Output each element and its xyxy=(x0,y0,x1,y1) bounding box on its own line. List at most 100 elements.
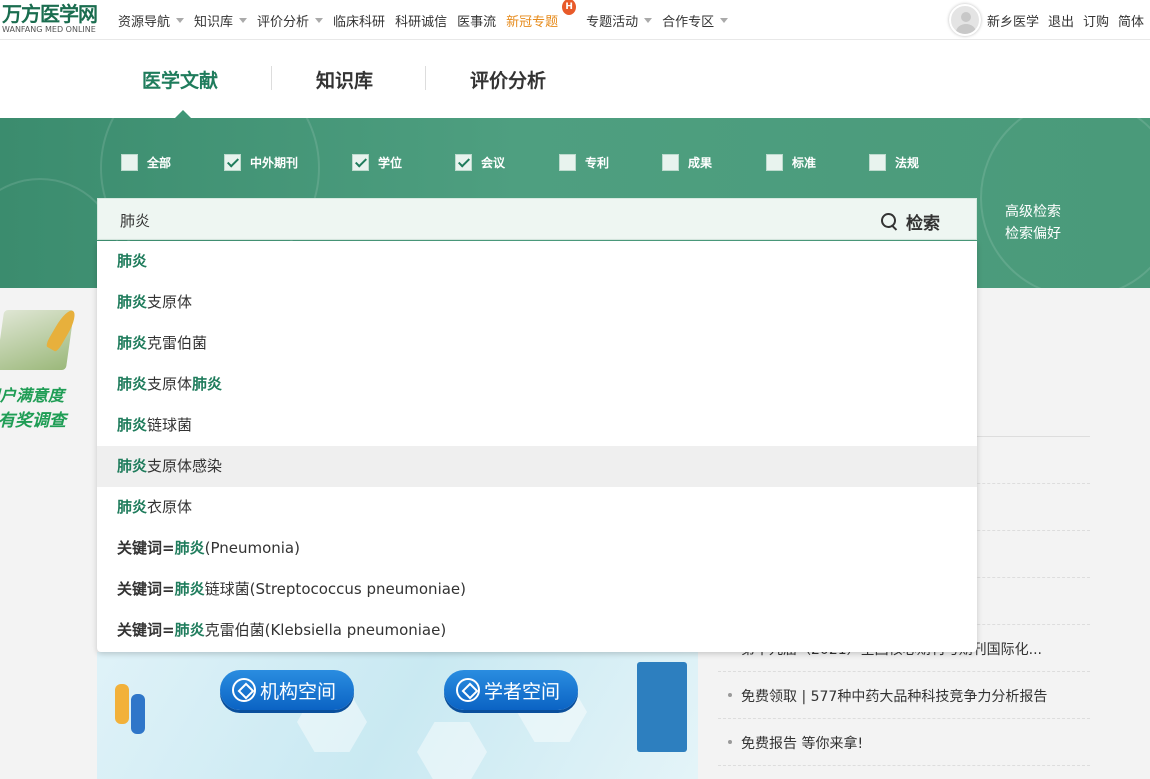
filter-standard[interactable]: 标准 xyxy=(766,154,816,171)
nav-activities[interactable]: 专题活动 xyxy=(586,11,656,30)
suggestion-text: 克雷伯菌(Klebsiella pneumoniae) xyxy=(204,621,447,639)
search-input[interactable]: 肺炎 检索 xyxy=(97,198,977,240)
filter-all[interactable]: 全部 xyxy=(121,154,171,171)
space-banner: 机构空间 学者空间 xyxy=(97,652,698,779)
ad-line-2: 有奖调查 xyxy=(0,411,66,431)
chevron-down-icon xyxy=(720,17,729,23)
suggestion-item[interactable]: 肺炎 xyxy=(97,241,977,282)
nav-knowledge[interactable]: 知识库 xyxy=(194,11,251,30)
suggestion-text: 链球菌(Streptococcus pneumoniae) xyxy=(204,580,467,598)
chevron-down-icon xyxy=(239,17,248,23)
nav-label: 临床科研 xyxy=(333,14,386,30)
nav-label: 资源导航 xyxy=(118,14,171,30)
nav-label: 科研诚信 xyxy=(395,14,448,30)
nav-cooperation[interactable]: 合作专区 xyxy=(662,11,732,30)
nav-covid[interactable]: 新冠专题 H xyxy=(506,0,577,30)
suggestion-text: 衣原体 xyxy=(147,498,193,516)
suggestion-prefix: 关键词= xyxy=(117,580,175,598)
site-logo[interactable]: 万方医学网 WANFANG MED ONLINE xyxy=(2,3,114,37)
suggestion-item-highlighted[interactable]: 肺炎支原体感染 xyxy=(97,446,977,487)
checkbox-icon xyxy=(121,154,138,171)
search-button[interactable]: 检索 xyxy=(881,209,940,234)
scholar-space-button[interactable]: 学者空间 xyxy=(444,670,579,710)
button-label: 学者空间 xyxy=(484,680,561,703)
suggestion-text: 克雷伯菌 xyxy=(147,334,208,352)
tab-evaluation[interactable]: 评价分析 xyxy=(470,66,546,93)
suggestion-keyword: 肺炎 xyxy=(192,375,223,393)
bullet-icon xyxy=(728,693,732,697)
checkbox-checked-icon xyxy=(455,154,472,171)
main-nav: 资源导航 知识库 评价分析 临床科研 科研诚信 医事流 新冠专题 H 专题活动 合… xyxy=(118,0,738,40)
suggestion-item[interactable]: 肺炎支原体肺炎 xyxy=(97,364,977,405)
language-switch[interactable]: 简体 xyxy=(1118,11,1144,30)
filter-achievement[interactable]: 成果 xyxy=(662,154,712,171)
suggestion-item[interactable]: 关键词=肺炎克雷伯菌(Klebsiella pneumoniae) xyxy=(97,610,977,651)
list-item[interactable]: 免费领取 | 577种中药大品种科技竞争力分析报告 xyxy=(718,672,1090,719)
nav-evaluation[interactable]: 评价分析 xyxy=(257,11,327,30)
tab-knowledge-base[interactable]: 知识库 xyxy=(316,66,373,93)
filter-label: 成果 xyxy=(688,156,713,170)
suggestion-item[interactable]: 肺炎衣原体 xyxy=(97,487,977,528)
suggestion-keyword: 肺炎 xyxy=(117,293,148,311)
logo-text: 万方医学网 xyxy=(2,2,98,26)
active-tab-caret-icon xyxy=(175,110,191,118)
suggestion-keyword: 肺炎 xyxy=(174,621,205,639)
institution-icon xyxy=(232,678,256,702)
user-name[interactable]: 新乡医学 xyxy=(987,11,1039,30)
chevron-down-icon xyxy=(644,17,653,23)
suggestion-item[interactable]: 肺炎链球菌 xyxy=(97,405,977,446)
logout-link[interactable]: 退出 xyxy=(1048,11,1074,30)
subscribe-link[interactable]: 订购 xyxy=(1083,11,1109,30)
filter-label: 专利 xyxy=(585,156,610,170)
checkbox-icon xyxy=(766,154,783,171)
advanced-search-link[interactable]: 高级检索 xyxy=(1005,201,1061,223)
filter-regulation[interactable]: 法规 xyxy=(869,154,919,171)
nav-resources[interactable]: 资源导航 xyxy=(118,11,188,30)
checkbox-icon xyxy=(559,154,576,171)
suggestion-item[interactable]: 肺炎克雷伯菌 xyxy=(97,323,977,364)
suggestion-prefix: 关键词= xyxy=(117,621,175,639)
section-tabs: 医学文献 知识库 评价分析 xyxy=(0,40,1150,118)
nav-medflow[interactable]: 医事流 xyxy=(457,11,496,30)
logo-subtext: WANFANG MED ONLINE xyxy=(2,25,96,34)
filter-degree[interactable]: 学位 xyxy=(352,154,402,171)
hexagon-decoration xyxy=(417,722,487,779)
suggestion-keyword: 肺炎 xyxy=(117,498,148,516)
institution-space-button[interactable]: 机构空间 xyxy=(220,670,355,710)
suggestion-keyword: 肺炎 xyxy=(174,580,205,598)
filter-label: 标准 xyxy=(792,156,817,170)
suggestion-text: 支原体感染 xyxy=(147,457,223,475)
suggestion-keyword: 肺炎 xyxy=(117,252,148,270)
chevron-down-icon xyxy=(315,17,324,23)
tab-divider xyxy=(271,66,272,90)
filter-patent[interactable]: 专利 xyxy=(559,154,609,171)
checkbox-icon xyxy=(662,154,679,171)
list-item[interactable]: 免费报告 等你来拿! xyxy=(718,719,1090,766)
filter-conference[interactable]: 会议 xyxy=(455,154,505,171)
user-bar: 新乡医学 退出 订购 简体 xyxy=(948,0,1144,40)
scholar-icon xyxy=(456,678,480,702)
screen-illustration-icon xyxy=(637,662,687,752)
filter-label: 会议 xyxy=(481,156,506,170)
advanced-links: 高级检索 检索偏好 xyxy=(1005,201,1061,245)
suggestion-item[interactable]: 关键词=肺炎(Pneumonia) xyxy=(97,528,977,569)
suggestion-keyword: 肺炎 xyxy=(117,457,148,475)
filter-journals[interactable]: 中外期刊 xyxy=(224,154,298,171)
suggestion-text: 支原体 xyxy=(147,375,193,393)
satisfaction-survey-ad[interactable]: 用户满意度 有奖调查 xyxy=(0,300,96,435)
tab-medical-literature[interactable]: 医学文献 xyxy=(142,66,218,93)
suggestion-item[interactable]: 关键词=肺炎链球菌(Streptococcus pneumoniae) xyxy=(97,569,977,610)
search-preferences-link[interactable]: 检索偏好 xyxy=(1005,223,1061,245)
search-button-label: 检索 xyxy=(906,214,940,234)
person-illustration-icon xyxy=(115,684,129,724)
nav-clinical[interactable]: 临床科研 xyxy=(333,11,385,30)
suggestion-keyword: 肺炎 xyxy=(117,375,148,393)
avatar[interactable] xyxy=(948,4,981,36)
nav-integrity[interactable]: 科研诚信 xyxy=(395,11,447,30)
suggestion-item[interactable]: 肺炎支原体 xyxy=(97,282,977,323)
search-suggestions-dropdown: 肺炎 肺炎支原体 肺炎克雷伯菌 肺炎支原体肺炎 肺炎链球菌 肺炎支原体感染 肺炎… xyxy=(97,241,977,652)
search-input-value: 肺炎 xyxy=(120,212,151,230)
checkbox-icon xyxy=(869,154,886,171)
resource-filters: 全部 中外期刊 学位 会议 专利 成果 标准 法规 xyxy=(0,154,1150,174)
filter-label: 中外期刊 xyxy=(250,156,299,170)
